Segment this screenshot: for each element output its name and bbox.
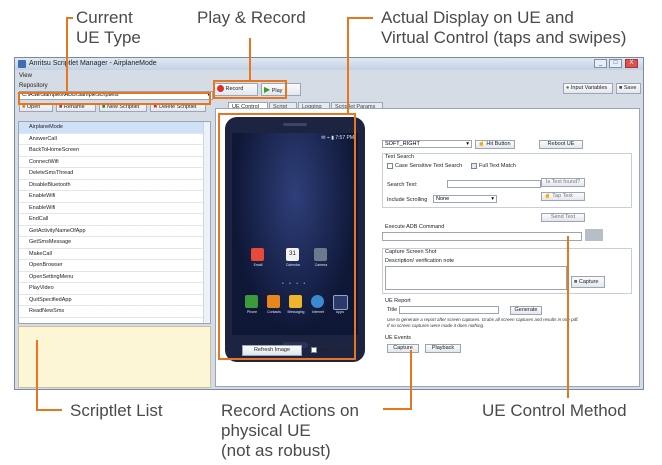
scrolling-select[interactable]: None ▾ (433, 195, 497, 203)
close-button[interactable]: X (625, 59, 638, 68)
callout-line (567, 236, 569, 398)
list-item[interactable]: ConnectWifi (19, 157, 210, 168)
callout-line (383, 408, 411, 410)
list-item[interactable]: EnableWifi (19, 191, 210, 203)
ue-type-highlight (18, 92, 211, 105)
ue-report-heading: UE Report (385, 298, 411, 304)
search-text-input[interactable] (447, 180, 541, 188)
capture-screenshot-button[interactable]: ■ Capture (571, 276, 605, 288)
case-sensitive-checkbox[interactable] (387, 163, 393, 169)
maximize-button[interactable]: □ (609, 59, 622, 68)
callout-current-ue-type: Current UE Type (76, 8, 141, 47)
full-text-match-label: Full Text Match (479, 163, 516, 169)
callout-record-actions: Record Actions on physical UE (not as ro… (221, 401, 359, 460)
callout-line (410, 350, 412, 410)
list-item[interactable]: EnableWifi (19, 203, 210, 214)
scriptlet-list: AirplaneMode AnswerCall BackToHomeScreen… (18, 121, 211, 324)
list-scrollbar[interactable] (203, 122, 210, 323)
list-item[interactable]: GetSmsMessage (19, 237, 210, 249)
chevron-down-icon: ▾ (491, 196, 494, 202)
minimize-button[interactable]: _ (594, 59, 607, 68)
list-item[interactable]: ReadNewSms (19, 306, 210, 318)
case-sensitive-label: Case Sensitive Text Search (395, 163, 463, 169)
save-icon: ■ (619, 85, 623, 91)
list-item[interactable]: DeleteSmsThread (19, 168, 210, 180)
display-highlight (218, 113, 356, 360)
list-item[interactable]: QuitSpecifiedApp (19, 295, 210, 306)
list-item[interactable]: PlayVideo (19, 283, 210, 295)
variables-icon: ● (566, 85, 570, 91)
arrow-right-icon[interactable] (585, 229, 603, 241)
capture-events-button[interactable]: Capture (387, 344, 419, 353)
callout-line (36, 409, 62, 411)
list-item[interactable]: BackToHomeScreen (19, 145, 210, 157)
generate-button[interactable]: Generate (510, 306, 542, 315)
description-note-label: Description/ verification note (385, 258, 455, 264)
save-button[interactable]: ■ Save (616, 83, 641, 94)
callout-line (36, 340, 38, 410)
play-record-highlight (213, 80, 287, 99)
description-note-input[interactable] (385, 266, 567, 290)
hand-icon: ☝ (478, 141, 485, 147)
callout-line (347, 17, 373, 19)
scriptlet-details-panel (18, 326, 211, 388)
list-item[interactable]: OpenBrowser (19, 260, 210, 272)
input-variables-button[interactable]: ● Input Variables (563, 83, 613, 94)
reboot-ue-button[interactable]: Reboot UE (539, 140, 583, 149)
capture-screenshot-heading: Capture Screen Shot (385, 249, 437, 255)
app-icon (18, 60, 26, 68)
report-title-input[interactable] (399, 306, 499, 314)
text-search-heading: Text Search (385, 154, 415, 160)
search-text-label: Search Text: (387, 182, 418, 188)
send-text-button[interactable]: Send Text (541, 213, 585, 222)
report-note-line-2: If no screen captures were made it does … (387, 323, 485, 328)
list-item[interactable]: DisableBluetooth (19, 180, 210, 191)
hit-button[interactable]: ☝ Hit Button (475, 140, 515, 149)
list-item[interactable]: OpenSettingMenu (19, 272, 210, 283)
camera-icon: ■ (574, 279, 578, 285)
ue-events-heading: UE Events (385, 335, 411, 341)
list-item[interactable]: GetActivityNameOfApp (19, 226, 210, 237)
chevron-down-icon: ▾ (466, 141, 469, 147)
repository-label: Repository (19, 83, 48, 89)
report-title-label: Title (387, 307, 398, 313)
menu-view[interactable]: View (19, 73, 32, 79)
execute-adb-label: Execute ADB Command (385, 224, 445, 230)
callout-line (249, 38, 251, 80)
hand-icon: ☝ (544, 193, 551, 199)
list-item[interactable]: EndCall (19, 214, 210, 226)
callout-scriptlet-list: Scriptlet List (70, 401, 163, 420)
list-item[interactable]: AnswerCall (19, 134, 210, 145)
key-select[interactable]: SOFT_RIGHT ▾ (382, 140, 472, 148)
callout-line (66, 17, 68, 91)
window-title: Anritsu Scriptlet Manager - AirplaneMode (29, 60, 157, 67)
callout-line (347, 17, 349, 113)
list-item[interactable]: AirplaneMode (19, 122, 210, 134)
is-text-found-button[interactable]: Is Text found? (541, 178, 585, 187)
list-item[interactable]: MakeCall (19, 249, 210, 260)
playback-button[interactable]: Playback (425, 344, 461, 353)
full-text-match-checkbox[interactable] (471, 163, 477, 169)
callout-ue-control-method: UE Control Method (482, 401, 627, 420)
tap-text-button[interactable]: ☝ Tap Text (541, 192, 585, 201)
callout-play-record: Play & Record (197, 8, 306, 27)
title-bar: Anritsu Scriptlet Manager - AirplaneMode… (15, 58, 643, 70)
include-scrolling-label: Include Scrolling (387, 197, 428, 203)
callout-actual-display: Actual Display on UE and Virtual Control… (381, 8, 627, 47)
adb-command-input[interactable] (382, 232, 582, 241)
